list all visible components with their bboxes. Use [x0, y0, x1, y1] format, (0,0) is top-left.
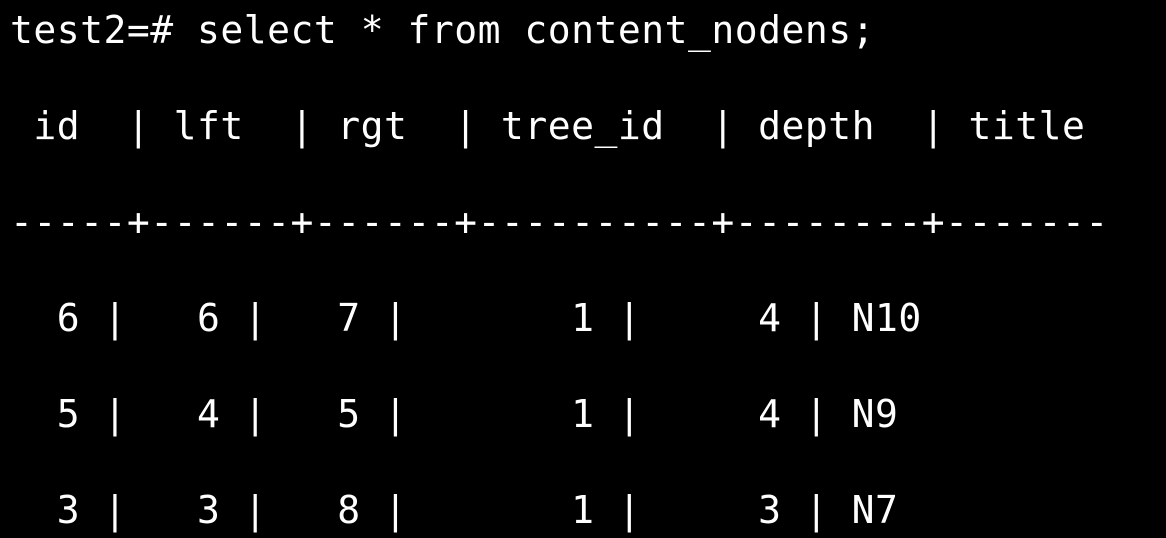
- table-row: 3 | 3 | 8 | 1 | 3 | N7: [10, 486, 1156, 534]
- terminal-output: test2=# select * from content_nodens; id…: [0, 0, 1166, 538]
- table-header-row: id | lft | rgt | tree_id | depth | title: [10, 102, 1156, 150]
- prompt: test2=#: [10, 8, 174, 52]
- table-row: 6 | 6 | 7 | 1 | 4 | N10: [10, 294, 1156, 342]
- table-row: 5 | 4 | 5 | 1 | 4 | N9: [10, 390, 1156, 438]
- prompt-line[interactable]: test2=# select * from content_nodens;: [10, 6, 1156, 54]
- table-divider: -----+------+------+----------+--------+…: [10, 198, 1156, 246]
- sql-command: select * from content_nodens;: [197, 8, 875, 52]
